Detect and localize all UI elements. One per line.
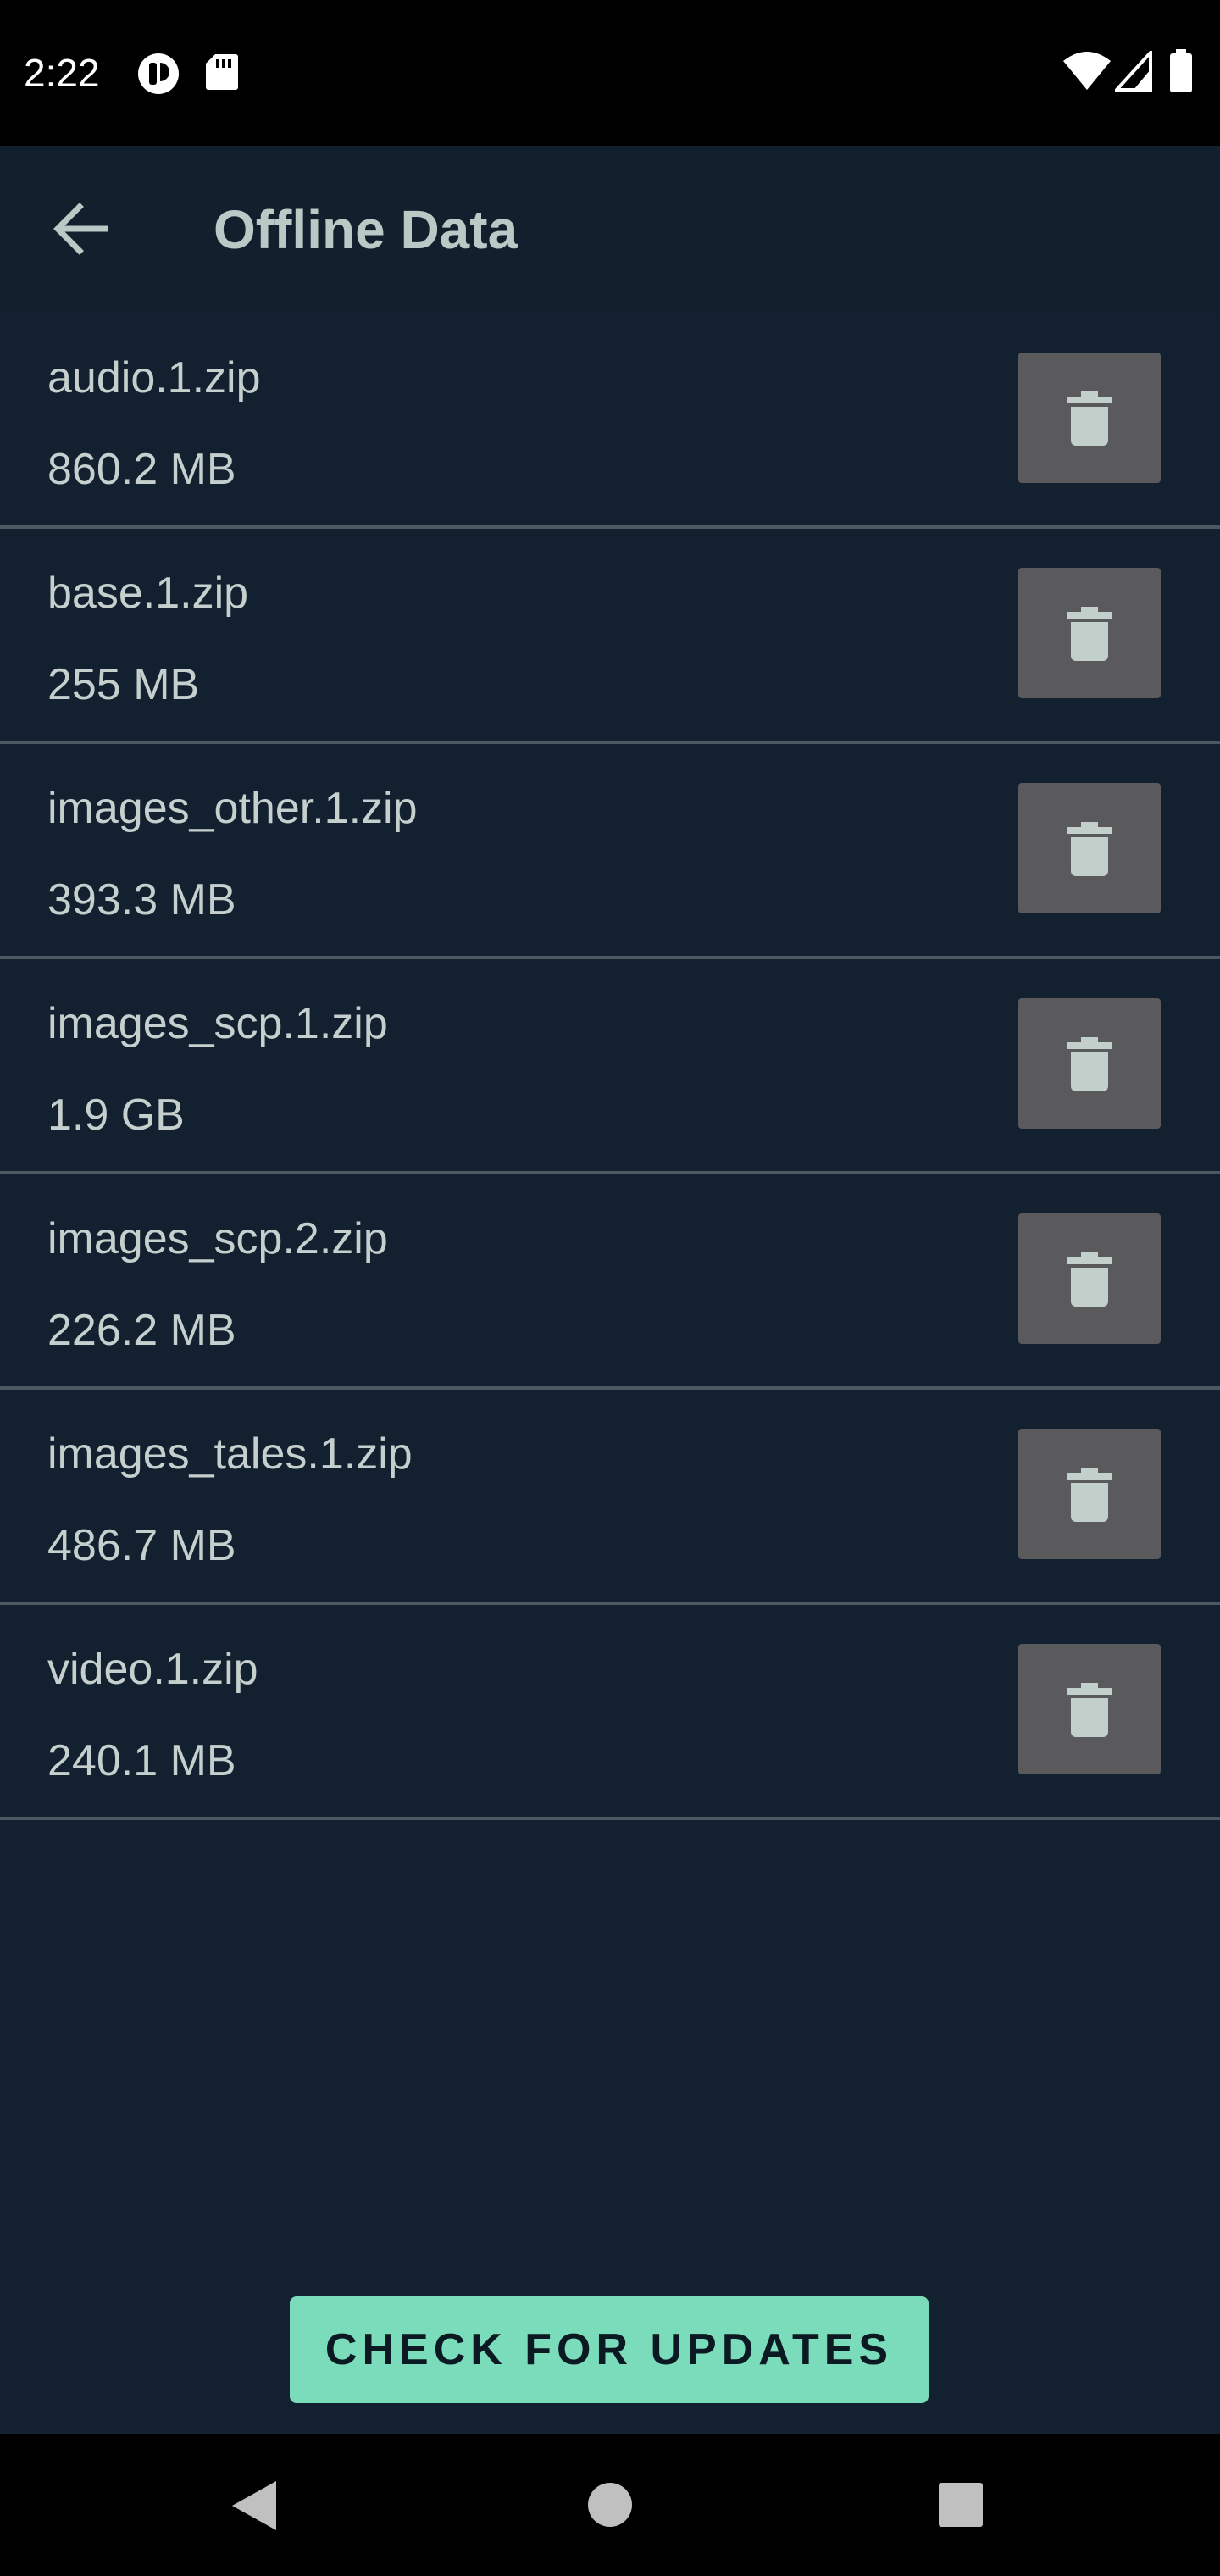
nav-recents-icon[interactable] bbox=[937, 2481, 984, 2533]
file-size: 240.1 MB bbox=[47, 1736, 236, 1785]
page-title: Offline Data bbox=[214, 199, 518, 260]
trash-icon bbox=[1068, 822, 1112, 876]
battery-icon bbox=[1169, 49, 1193, 97]
sd-card-icon bbox=[205, 53, 239, 96]
trash-icon bbox=[1068, 1468, 1112, 1522]
navigation-bar bbox=[0, 2434, 1220, 2576]
delete-button[interactable] bbox=[1018, 1213, 1161, 1344]
delete-button[interactable] bbox=[1018, 353, 1161, 483]
notification-app-icon bbox=[136, 51, 181, 101]
list-item: images_scp.1.zip 1.9 GB bbox=[0, 959, 1220, 1174]
file-list: audio.1.zip 860.2 MB base.1.zip 255 MB i… bbox=[0, 314, 1220, 1820]
file-size: 860.2 MB bbox=[47, 445, 236, 494]
file-name: video.1.zip bbox=[47, 1645, 258, 1694]
trash-icon bbox=[1068, 1683, 1112, 1737]
trash-icon bbox=[1068, 607, 1112, 661]
app-bar: Offline Data bbox=[0, 146, 1220, 314]
file-size: 486.7 MB bbox=[47, 1521, 236, 1570]
list-item: images_scp.2.zip 226.2 MB bbox=[0, 1174, 1220, 1390]
nav-home-icon[interactable] bbox=[586, 2481, 634, 2533]
status-bar: 2:22 bbox=[0, 0, 1220, 146]
file-size: 393.3 MB bbox=[47, 875, 236, 924]
list-item: base.1.zip 255 MB bbox=[0, 529, 1220, 744]
list-item: video.1.zip 240.1 MB bbox=[0, 1605, 1220, 1820]
file-name: images_scp.2.zip bbox=[47, 1214, 388, 1263]
file-name: images_other.1.zip bbox=[47, 784, 418, 833]
file-name: images_scp.1.zip bbox=[47, 999, 388, 1048]
wifi-icon bbox=[1062, 51, 1112, 96]
file-size: 255 MB bbox=[47, 660, 200, 709]
trash-icon bbox=[1068, 1252, 1112, 1307]
file-name: images_tales.1.zip bbox=[47, 1430, 413, 1479]
delete-button[interactable] bbox=[1018, 568, 1161, 698]
delete-button[interactable] bbox=[1018, 783, 1161, 913]
file-name: audio.1.zip bbox=[47, 353, 261, 402]
back-button[interactable] bbox=[44, 186, 129, 271]
delete-button[interactable] bbox=[1018, 1429, 1161, 1559]
status-time: 2:22 bbox=[24, 51, 100, 95]
file-name: base.1.zip bbox=[47, 569, 249, 618]
file-size: 226.2 MB bbox=[47, 1306, 236, 1355]
file-size: 1.9 GB bbox=[47, 1091, 185, 1140]
list-item: images_other.1.zip 393.3 MB bbox=[0, 744, 1220, 959]
check-for-updates-button[interactable]: CHECK FOR UPDATES bbox=[290, 2296, 929, 2403]
list-item: images_tales.1.zip 486.7 MB bbox=[0, 1390, 1220, 1605]
list-item: audio.1.zip 860.2 MB bbox=[0, 314, 1220, 529]
trash-icon bbox=[1068, 391, 1112, 446]
trash-icon bbox=[1068, 1037, 1112, 1091]
cell-signal-icon bbox=[1112, 47, 1152, 96]
nav-back-icon[interactable] bbox=[230, 2479, 278, 2536]
delete-button[interactable] bbox=[1018, 998, 1161, 1129]
arrow-back-icon bbox=[44, 203, 129, 275]
delete-button[interactable] bbox=[1018, 1644, 1161, 1774]
